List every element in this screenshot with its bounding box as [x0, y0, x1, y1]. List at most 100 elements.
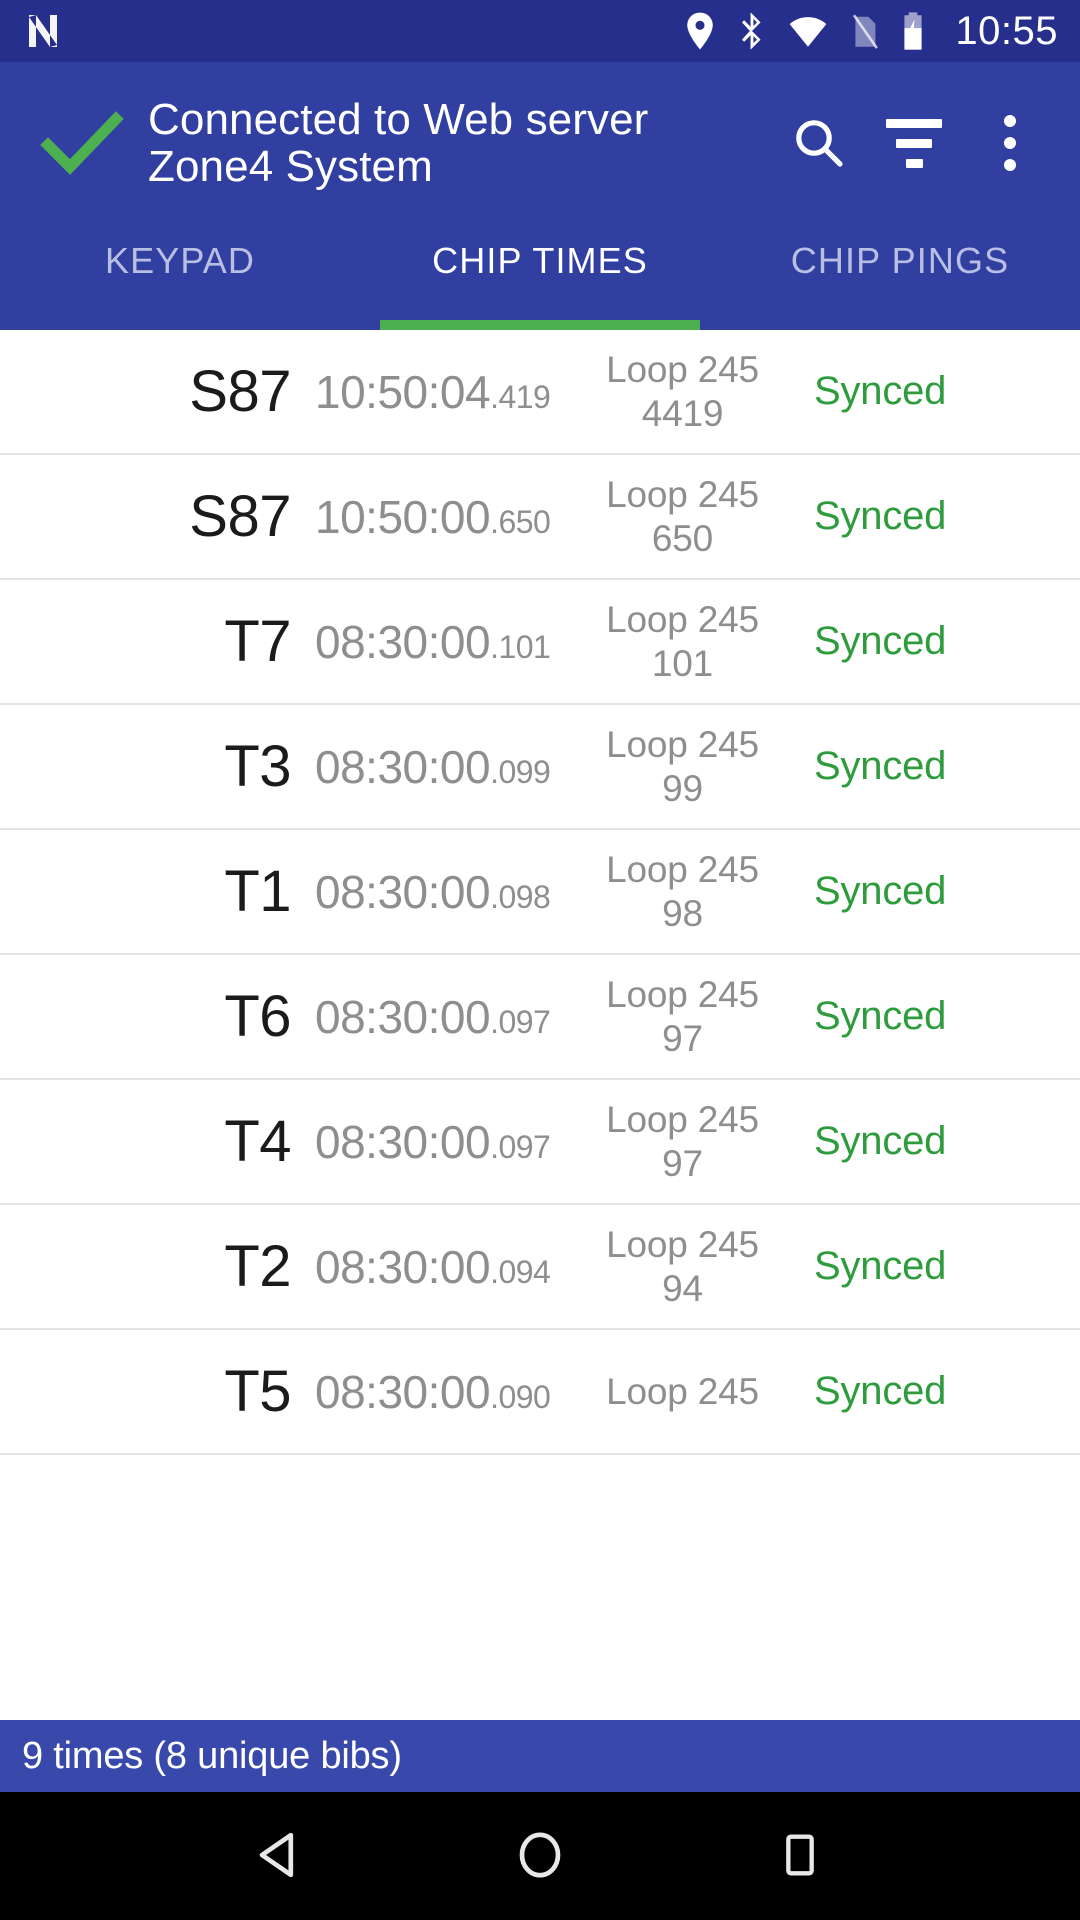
- cell-loop-sequence: 650: [651, 517, 714, 559]
- cell-loop: Loop 245 97: [575, 973, 790, 1060]
- status-bar-system-icons: 10:55: [683, 11, 1058, 51]
- cell-loop-sequence: 97: [662, 1017, 703, 1059]
- cell-time-millis: .419: [490, 378, 551, 415]
- status-badge: Synced: [814, 619, 947, 663]
- cell-bib: T2: [224, 1234, 291, 1299]
- cell-loop-name: Loop 245: [606, 348, 759, 390]
- nav-home-button[interactable]: [480, 1792, 600, 1920]
- recents-icon: [775, 1830, 825, 1883]
- tab-keypad[interactable]: KEYPAD: [0, 224, 360, 330]
- status-badge: Synced: [814, 1119, 947, 1163]
- cell-loop-sequence: 101: [651, 642, 714, 684]
- cell-loop-name: Loop 245: [606, 1370, 759, 1412]
- cell-loop: Loop 245: [575, 1370, 790, 1414]
- tab-chip-pings[interactable]: CHIP PINGS: [720, 224, 1080, 330]
- check-icon: [34, 95, 130, 191]
- table-row[interactable]: T6 08:30:00.097 Loop 245 97 Synced: [0, 955, 1080, 1080]
- cell-time: 08:30:00.090: [315, 1365, 575, 1419]
- system-navigation-bar: [0, 1792, 1080, 1920]
- cell-time-millis: .097: [490, 1003, 551, 1040]
- nav-recents-button[interactable]: [740, 1792, 860, 1920]
- cell-bib: T3: [224, 734, 291, 799]
- cell-time-seconds: 08:30:00: [315, 990, 491, 1043]
- cell-time-millis: .098: [490, 878, 551, 915]
- table-row[interactable]: T2 08:30:00.094 Loop 245 94 Synced: [0, 1205, 1080, 1330]
- cell-loop: Loop 245 650: [575, 473, 790, 560]
- status-badge: Synced: [814, 994, 947, 1038]
- app-bar-top-row: Connected to Web server Zone4 System: [0, 62, 1080, 224]
- chip-times-list[interactable]: S87 10:50:04.419 Loop 245 4419 Synced S87 10:5…: [0, 330, 1080, 1792]
- table-row[interactable]: S87 10:50:00.650 Loop 245 650 Synced: [0, 455, 1080, 580]
- wifi-icon: [787, 11, 829, 51]
- cell-loop-sequence: 98: [662, 892, 703, 934]
- table-row[interactable]: T3 08:30:00.099 Loop 245 99 Synced: [0, 705, 1080, 830]
- cell-loop: Loop 245 94: [575, 1223, 790, 1310]
- no-sim-icon: [849, 11, 879, 51]
- cell-time-seconds: 08:30:00: [315, 1115, 491, 1168]
- status-badge: Synced: [814, 494, 947, 538]
- filter-icon: [886, 118, 942, 168]
- battery-charging-icon: [899, 11, 927, 51]
- cell-time: 08:30:00.097: [315, 990, 575, 1044]
- android-screen: 10:55 Connected to Web server Zone4 Syst…: [0, 0, 1080, 1920]
- cell-bib: T7: [224, 609, 291, 674]
- search-button[interactable]: [770, 95, 866, 191]
- cell-loop-name: Loop 245: [606, 973, 759, 1015]
- cell-loop-name: Loop 245: [606, 1223, 759, 1265]
- cell-time-seconds: 10:50:04: [315, 365, 491, 418]
- app-bar-title-line-1: Connected to Web server: [148, 94, 649, 144]
- status-bar-clock: 10:55: [955, 9, 1058, 53]
- app-bar: Connected to Web server Zone4 System KEY…: [0, 62, 1080, 330]
- cell-loop-sequence: 99: [662, 767, 703, 809]
- cell-time-millis: .094: [490, 1253, 551, 1290]
- status-badge: Synced: [814, 1244, 947, 1288]
- cell-loop: Loop 245 99: [575, 723, 790, 810]
- cell-loop: Loop 245 101: [575, 598, 790, 685]
- cell-time-seconds: 08:30:00: [315, 865, 491, 918]
- cell-time: 08:30:00.098: [315, 865, 575, 919]
- cell-time-millis: .090: [490, 1378, 551, 1415]
- cell-loop: Loop 245 98: [575, 848, 790, 935]
- filter-button[interactable]: [866, 95, 962, 191]
- cell-bib: T5: [224, 1359, 291, 1424]
- table-row[interactable]: T1 08:30:00.098 Loop 245 98 Synced: [0, 830, 1080, 955]
- cell-time: 08:30:00.094: [315, 1240, 575, 1294]
- overflow-menu-button[interactable]: [962, 95, 1058, 191]
- overflow-menu-icon: [1004, 115, 1016, 171]
- cell-time-seconds: 08:30:00: [315, 1365, 491, 1418]
- cell-time: 10:50:00.650: [315, 490, 575, 544]
- snackbar: 9 times (8 unique bibs): [0, 1720, 1080, 1792]
- cell-bib: T4: [224, 1109, 291, 1174]
- cell-loop-name: Loop 245: [606, 598, 759, 640]
- table-row[interactable]: T5 08:30:00.090 Loop 245 Synced: [0, 1330, 1080, 1455]
- back-icon: [253, 1828, 307, 1885]
- cell-time-seconds: 08:30:00: [315, 1240, 491, 1293]
- cell-time: 08:30:00.097: [315, 1115, 575, 1169]
- app-bar-actions: [770, 95, 1058, 191]
- cell-time-seconds: 10:50:00: [315, 490, 491, 543]
- status-badge: Synced: [814, 744, 947, 788]
- nougat-n-logo-icon: [26, 13, 60, 49]
- status-badge: Synced: [814, 369, 947, 413]
- cell-loop: Loop 245 4419: [575, 348, 790, 435]
- cell-loop-sequence: 4419: [641, 392, 724, 434]
- cell-time-millis: .099: [490, 753, 551, 790]
- location-icon: [683, 11, 717, 51]
- cell-loop-name: Loop 245: [606, 473, 759, 515]
- tab-bar: KEYPAD CHIP TIMES CHIP PINGS: [0, 224, 1080, 330]
- cell-loop-sequence: 94: [662, 1267, 703, 1309]
- nav-back-button[interactable]: [220, 1792, 340, 1920]
- table-row[interactable]: T7 08:30:00.101 Loop 245 101 Synced: [0, 580, 1080, 705]
- cell-bib: T1: [224, 859, 291, 924]
- app-bar-title-line-2: Zone4 System: [148, 142, 433, 191]
- snackbar-message: 9 times (8 unique bibs): [22, 1734, 402, 1777]
- status-badge: Synced: [814, 1369, 947, 1413]
- cell-loop-name: Loop 245: [606, 848, 759, 890]
- cell-time: 08:30:00.101: [315, 615, 575, 669]
- cell-loop-name: Loop 245: [606, 723, 759, 765]
- table-row[interactable]: T4 08:30:00.097 Loop 245 97 Synced: [0, 1080, 1080, 1205]
- cell-time-millis: .101: [490, 628, 551, 665]
- tab-chip-times[interactable]: CHIP TIMES: [360, 224, 720, 330]
- cell-time: 10:50:04.419: [315, 365, 575, 419]
- table-row[interactable]: S87 10:50:04.419 Loop 245 4419 Synced: [0, 330, 1080, 455]
